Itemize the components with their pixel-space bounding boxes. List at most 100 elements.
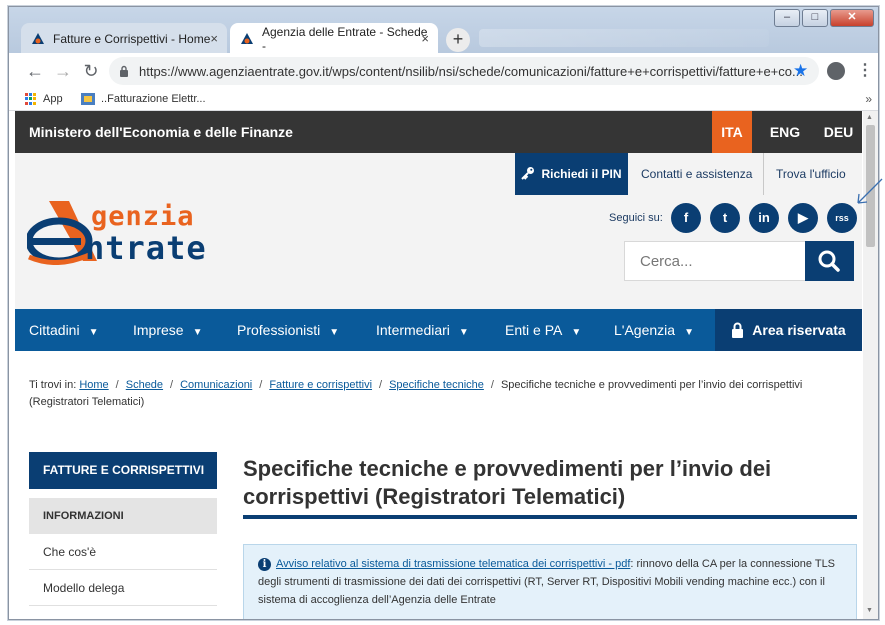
tab-label: Agenzia delle Entrate - Schede - — [262, 24, 428, 53]
sidebar-heading[interactable]: FATTURE E CORRISPETTIVI — [29, 452, 217, 489]
breadcrumb-separator: / — [170, 379, 174, 391]
bookmarks-bar: App ..Fatturazione Elettr... » — [9, 89, 878, 111]
breadcrumb-fatture[interactable]: Fatture e corrispettivi — [269, 379, 372, 391]
agenzia-favicon-icon — [240, 32, 254, 46]
tab-close-icon[interactable]: × — [210, 31, 218, 46]
logo-text-line2: ntrate — [85, 229, 207, 267]
breadcrumb-specifiche[interactable]: Specifiche tecniche — [389, 379, 484, 391]
tab-agenzia-schede[interactable]: Agenzia delle Entrate - Schede - × — [230, 23, 438, 54]
breadcrumb: Ti trovi in: Home / Schede / Comunicazioni / F… — [29, 377, 819, 411]
arrow-annotation-icon — [857, 178, 883, 204]
site-header: Richiedi il PIN Contatti e assistenza Tr… — [15, 153, 862, 309]
nav-label: Imprese — [133, 322, 184, 338]
sidebar-item-modello-delega[interactable]: Modello delega — [29, 570, 217, 606]
search-input[interactable]: Cerca... — [624, 241, 806, 281]
bookmark-favicon-icon — [81, 93, 95, 105]
window-controls: – □ ✕ — [774, 9, 874, 27]
url-text: https://www.agenziaentrate.gov.it/wps/co… — [139, 63, 803, 79]
main-navigation: Cittadini ▼ Imprese ▼ Professionisti ▼ Inte… — [15, 309, 862, 351]
browser-window: Fatture e Corrispettivi - Home × Agenzia… — [8, 6, 883, 620]
ministry-bar: Ministero dell'Economia e delle Finanze … — [15, 111, 862, 153]
bookmark-star-icon[interactable]: ★ — [793, 61, 808, 81]
tab-close-icon[interactable]: × — [421, 31, 429, 46]
padlock-icon — [732, 322, 744, 338]
nav-label: Enti e PA — [505, 322, 563, 338]
bookmark-fatturazione[interactable]: ..Fatturazione Elettr... — [81, 93, 206, 105]
linkedin-icon[interactable]: in — [749, 203, 779, 233]
search-button[interactable] — [805, 241, 854, 281]
pin-label: Richiedi il PIN — [541, 167, 622, 181]
bookmark-label: ..Fatturazione Elettr... — [101, 93, 206, 105]
back-arrow-icon[interactable]: ← — [23, 59, 47, 83]
chevron-down-icon: ▼ — [88, 327, 99, 338]
twitter-icon[interactable]: t — [710, 203, 740, 233]
trova-ufficio-link[interactable]: Trova l'ufficio — [763, 153, 858, 195]
browser-toolbar: ← → ↻ https://www.agenziaentrate.gov.it/… — [9, 53, 878, 89]
page-title: Specifiche tecniche e provvedimenti per … — [243, 456, 772, 509]
address-bar[interactable]: https://www.agenziaentrate.gov.it/wps/co… — [109, 57, 819, 85]
sidebar-subheading[interactable]: INFORMAZIONI — [29, 498, 217, 534]
close-window-button[interactable]: ✕ — [830, 9, 874, 27]
tab-fatture-home[interactable]: Fatture e Corrispettivi - Home × — [21, 23, 227, 54]
scroll-down-icon[interactable]: ▼ — [866, 607, 873, 614]
nav-agenzia[interactable]: L'Agenzia ▼ — [614, 309, 694, 351]
forward-arrow-icon[interactable]: → — [51, 59, 75, 83]
reload-icon[interactable]: ↻ — [79, 59, 103, 83]
lock-icon — [119, 65, 129, 77]
chevron-down-icon: ▼ — [192, 327, 203, 338]
lang-deu[interactable]: DEU — [815, 111, 862, 153]
ministry-title[interactable]: Ministero dell'Economia e delle Finanze — [29, 124, 293, 140]
tab-label: Fatture e Corrispettivi - Home — [53, 31, 211, 46]
nav-enti-pa[interactable]: Enti e PA ▼ — [505, 309, 581, 351]
nav-cittadini[interactable]: Cittadini ▼ — [29, 309, 99, 351]
breadcrumb-separator: / — [490, 379, 494, 391]
notice-box: i Avviso relativo al sistema di trasmissi… — [243, 544, 857, 619]
breadcrumb-comunicazioni[interactable]: Comunicazioni — [180, 379, 252, 391]
chevron-down-icon: ▼ — [571, 327, 582, 338]
seguici-label: Seguici su: — [609, 212, 663, 224]
rss-icon[interactable]: rss — [827, 203, 857, 233]
bookmark-label: App — [43, 93, 63, 105]
area-riservata-button[interactable]: Area riservata — [715, 309, 862, 351]
new-tab-button[interactable]: + — [446, 28, 470, 52]
agenzia-favicon-icon — [31, 32, 45, 46]
chevron-down-icon: ▼ — [684, 327, 694, 338]
agenzia-entrate-logo[interactable]: genzia ntrate — [27, 193, 257, 273]
search-icon — [818, 250, 840, 272]
nav-professionisti[interactable]: Professionisti ▼ — [237, 309, 339, 351]
browser-menu-icon[interactable]: ⋮ — [857, 60, 873, 80]
breadcrumb-prefix: Ti trovi in: — [29, 379, 77, 391]
breadcrumb-schede[interactable]: Schede — [126, 379, 163, 391]
richiedi-pin-button[interactable]: Richiedi il PIN — [515, 153, 628, 195]
breadcrumb-separator: / — [259, 379, 263, 391]
breadcrumb-home[interactable]: Home — [79, 379, 108, 391]
sidebar-item-che-cose[interactable]: Che cos'è — [29, 534, 217, 570]
key-icon — [521, 166, 535, 183]
youtube-icon[interactable]: ▶ — [788, 203, 818, 233]
area-riservata-label: Area riservata — [752, 322, 846, 338]
notice-pdf-link[interactable]: Avviso relativo al sistema di trasmissio… — [276, 558, 630, 570]
minimize-button[interactable]: – — [774, 9, 800, 27]
more-bookmarks-icon[interactable]: » — [865, 92, 872, 106]
logo-text-line1: genzia — [91, 201, 195, 232]
contatti-assistenza-link[interactable]: Contatti e assistenza — [629, 153, 764, 195]
blurred-background-area — [479, 29, 769, 47]
nav-label: Professionisti — [237, 322, 321, 338]
bookmark-apps[interactable]: App — [25, 93, 63, 105]
nav-intermediari[interactable]: Intermediari ▼ — [376, 309, 469, 351]
nav-label: Intermediari — [376, 322, 450, 338]
nav-imprese[interactable]: Imprese ▼ — [133, 309, 202, 351]
profile-avatar-icon[interactable] — [827, 62, 845, 80]
info-icon: i — [258, 558, 271, 571]
chevron-down-icon: ▼ — [329, 327, 340, 338]
title-divider — [243, 515, 857, 519]
nav-label: Cittadini — [29, 322, 80, 338]
maximize-button[interactable]: □ — [802, 9, 828, 27]
lang-eng[interactable]: ENG — [759, 111, 811, 153]
tab-strip: Fatture e Corrispettivi - Home × Agenzia… — [9, 7, 878, 54]
page-viewport: Ministero dell'Economia e delle Finanze … — [9, 111, 878, 619]
facebook-icon[interactable]: f — [671, 203, 701, 233]
nav-label: L'Agenzia — [614, 322, 676, 338]
scroll-up-icon[interactable]: ▲ — [866, 114, 873, 121]
lang-ita[interactable]: ITA — [712, 111, 752, 153]
